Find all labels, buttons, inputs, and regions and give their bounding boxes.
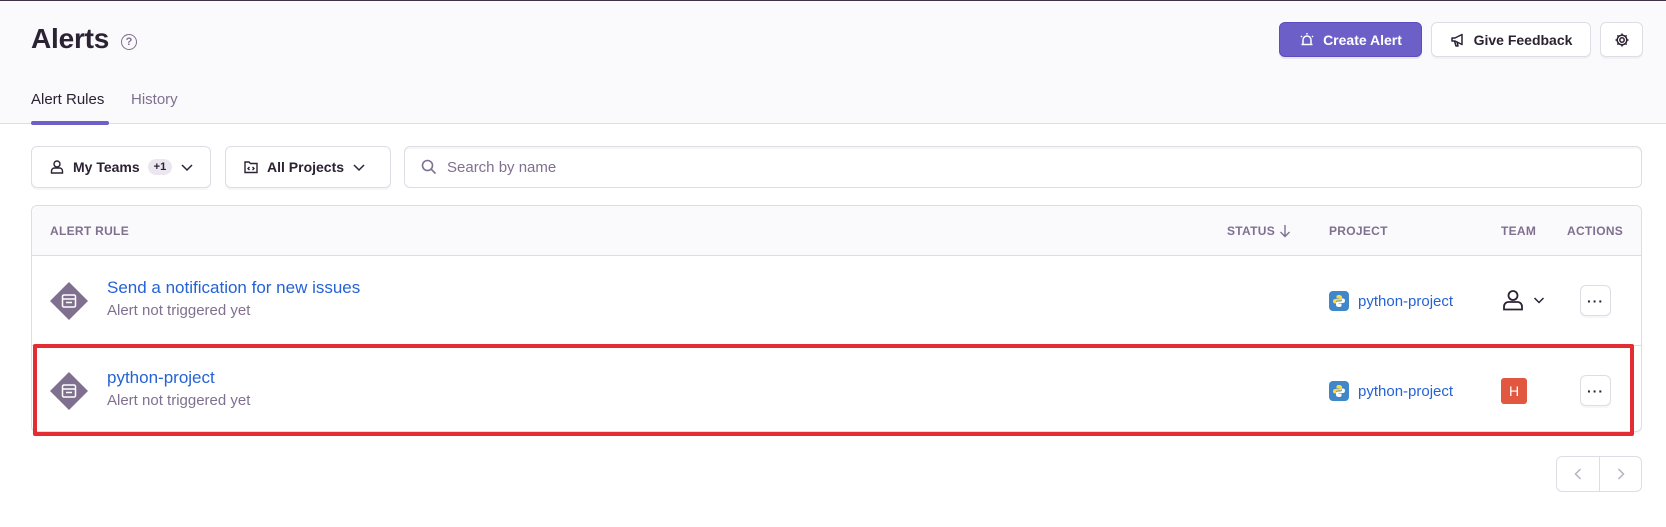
all-projects-label: All Projects: [267, 159, 345, 175]
all-projects-filter[interactable]: All Projects: [225, 146, 391, 188]
chevron-right-icon: [1617, 468, 1625, 480]
search-input[interactable]: [447, 147, 1627, 187]
table-row: Send a notification for new issues Alert…: [32, 257, 1641, 346]
my-teams-filter[interactable]: My Teams +1: [31, 146, 211, 188]
chevron-down-icon: [353, 164, 365, 172]
give-feedback-button[interactable]: Give Feedback: [1431, 22, 1591, 57]
project-link[interactable]: python-project: [1329, 381, 1453, 401]
gear-icon: [1615, 33, 1628, 46]
row-actions-button[interactable]: ···: [1580, 375, 1611, 406]
next-page-button[interactable]: [1599, 457, 1641, 491]
python-icon: [1329, 381, 1349, 401]
project-link[interactable]: python-project: [1329, 291, 1453, 311]
megaphone-icon: [1450, 33, 1463, 47]
page-title: Alerts: [31, 23, 110, 54]
table-header: ALERT RULE STATUS PROJECT TEAM ACTIONS: [32, 206, 1641, 256]
pagination: [1556, 456, 1642, 492]
rule-name-link[interactable]: Send a notification for new issues: [107, 278, 360, 298]
settings-button[interactable]: [1600, 22, 1643, 57]
tab-alert-rules[interactable]: Alert Rules: [31, 91, 104, 108]
row-actions-button[interactable]: ···: [1580, 285, 1611, 316]
help-icon[interactable]: ?: [121, 34, 137, 50]
column-actions: ACTIONS: [1567, 224, 1624, 238]
chevron-down-icon: [181, 164, 193, 172]
team-avatar[interactable]: H: [1501, 378, 1527, 404]
create-alert-label: Create Alert: [1323, 31, 1402, 48]
rule-status-text: Alert not triggered yet: [107, 302, 251, 319]
siren-icon: [1300, 32, 1314, 45]
rule-name-link[interactable]: python-project: [107, 368, 215, 388]
user-icon: [50, 160, 64, 174]
column-status-label: STATUS: [1227, 224, 1276, 238]
table-row: python-project Alert not triggered yet p…: [32, 347, 1641, 431]
project-name: python-project: [1358, 292, 1454, 310]
give-feedback-label: Give Feedback: [1473, 31, 1573, 48]
unassigned-icon: [1503, 290, 1523, 311]
column-team: TEAM: [1501, 224, 1537, 238]
arrow-down-icon: [1280, 225, 1291, 238]
search-box: [404, 146, 1642, 188]
chevron-left-icon: [1574, 468, 1582, 480]
column-status[interactable]: STATUS: [1227, 224, 1291, 238]
project-name: python-project: [1358, 382, 1454, 400]
project-icon: [244, 161, 258, 174]
alert-rules-table: ALERT RULE STATUS PROJECT TEAM ACTIONS S…: [31, 205, 1642, 432]
page-header: Alerts ? Create Alert Give Feedback Aler…: [0, 1, 1666, 125]
column-project: PROJECT: [1329, 224, 1388, 238]
search-icon: [421, 159, 437, 175]
create-alert-button[interactable]: Create Alert: [1279, 22, 1422, 57]
column-alert-rule: ALERT RULE: [50, 224, 129, 238]
chevron-down-icon: [1533, 297, 1545, 304]
alert-rule-icon: [50, 372, 88, 410]
python-icon: [1329, 291, 1349, 311]
active-tab-indicator: [31, 121, 109, 125]
alert-rule-icon: [50, 282, 88, 320]
rule-status-text: Alert not triggered yet: [107, 392, 251, 409]
teams-count-badge: +1: [147, 159, 173, 175]
my-teams-label: My Teams: [73, 159, 140, 175]
team-assignee-dropdown[interactable]: [1501, 289, 1545, 311]
previous-page-button[interactable]: [1557, 457, 1599, 491]
tab-history[interactable]: History: [131, 91, 178, 108]
